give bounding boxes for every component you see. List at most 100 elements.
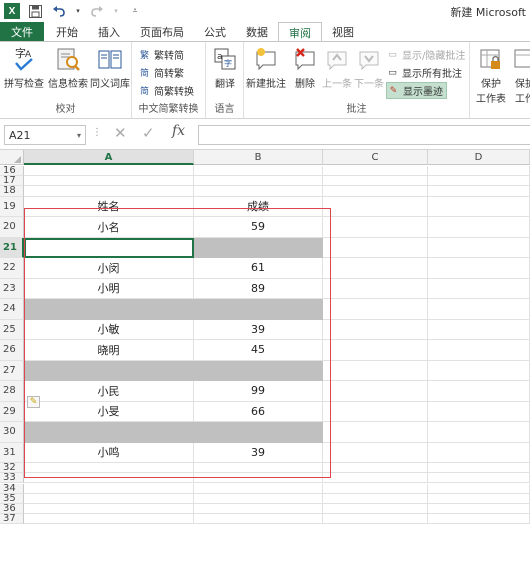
- tab-insert[interactable]: 插入: [88, 22, 130, 42]
- delete-comment-button[interactable]: 删除: [292, 46, 318, 90]
- customize-toolbar-icon[interactable]: ⩡: [126, 2, 144, 20]
- row-header[interactable]: 25: [0, 319, 24, 341]
- row-header[interactable]: 30: [0, 422, 24, 443]
- grid-cell[interactable]: [323, 442, 428, 464]
- insert-function-button[interactable]: fx: [172, 123, 185, 139]
- grid-cell[interactable]: [323, 217, 428, 238]
- tab-formulas[interactable]: 公式: [194, 22, 236, 42]
- grid-cell[interactable]: [24, 514, 194, 525]
- grid-cell[interactable]: [323, 473, 428, 484]
- row-header[interactable]: 26: [0, 340, 24, 361]
- grid-cell[interactable]: [24, 176, 194, 187]
- grid-cell[interactable]: [428, 422, 530, 443]
- tab-view[interactable]: 视图: [322, 22, 364, 42]
- name-box-dropdown-icon[interactable]: ▾: [77, 131, 81, 140]
- grid-cell[interactable]: [323, 360, 428, 382]
- grid-cell[interactable]: [323, 258, 428, 279]
- row-header[interactable]: 29: [0, 401, 24, 423]
- translate-button[interactable]: a字 翻译: [212, 46, 238, 90]
- row-header[interactable]: 18: [0, 185, 24, 197]
- spell-check-button[interactable]: 字A 拼写检查: [4, 46, 44, 90]
- grid-cell[interactable]: [194, 422, 323, 443]
- grid-cell[interactable]: 小鸣: [24, 442, 194, 464]
- previous-comment-button[interactable]: 上一条: [322, 46, 352, 90]
- save-icon[interactable]: [26, 2, 44, 20]
- paste-options-icon[interactable]: ✎: [27, 396, 40, 408]
- grid-cell[interactable]: 39: [194, 319, 323, 341]
- formula-input[interactable]: [198, 125, 530, 145]
- grid-cell[interactable]: [194, 299, 323, 320]
- grid-cell[interactable]: 99: [194, 381, 323, 402]
- show-hide-comment-button[interactable]: ▭ 显示/隐藏批注: [386, 46, 465, 63]
- grid-cell[interactable]: [428, 442, 530, 464]
- grid-cell[interactable]: [428, 381, 530, 402]
- grid-cell[interactable]: [428, 503, 530, 515]
- grid-cell[interactable]: [194, 237, 323, 259]
- grid-cell[interactable]: 晓明: [24, 340, 194, 361]
- grid-cell[interactable]: [194, 176, 323, 187]
- row-header[interactable]: 27: [0, 360, 24, 382]
- grid-cell[interactable]: 小明: [24, 278, 194, 300]
- excel-icon[interactable]: X: [4, 3, 20, 19]
- grid-cell[interactable]: [428, 176, 530, 187]
- grid-cell[interactable]: 45: [194, 340, 323, 361]
- grid-cell[interactable]: [428, 473, 530, 484]
- grid-cell[interactable]: 姓名: [24, 196, 194, 218]
- grid-cell[interactable]: [24, 360, 194, 382]
- column-header-a[interactable]: A: [24, 150, 194, 165]
- grid-cell[interactable]: [24, 483, 194, 494]
- grid-cell[interactable]: [428, 340, 530, 361]
- grid-cell[interactable]: [323, 278, 428, 300]
- grid-cell[interactable]: [428, 360, 530, 382]
- grid-cell[interactable]: 89: [194, 278, 323, 300]
- grid-cell[interactable]: [24, 493, 194, 504]
- grid-cell[interactable]: [428, 166, 530, 177]
- grid-cell[interactable]: [428, 483, 530, 494]
- grid-cell[interactable]: [323, 166, 428, 177]
- grid-cell[interactable]: [24, 473, 194, 484]
- grid-cell[interactable]: [428, 463, 530, 474]
- grid-cell[interactable]: [323, 299, 428, 320]
- active-cell[interactable]: [24, 237, 194, 259]
- tab-review[interactable]: 审阅: [278, 22, 322, 42]
- grid-cell[interactable]: [323, 422, 428, 443]
- grid-cell[interactable]: [323, 196, 428, 218]
- row-header[interactable]: 31: [0, 442, 24, 464]
- grid-cell[interactable]: [194, 493, 323, 504]
- column-header-d[interactable]: D: [428, 150, 530, 165]
- row-header[interactable]: 24: [0, 299, 24, 320]
- next-comment-button[interactable]: 下一条: [354, 46, 384, 90]
- grid-cell[interactable]: [323, 463, 428, 474]
- grid-cell[interactable]: [428, 401, 530, 423]
- grid-cell[interactable]: [428, 237, 530, 259]
- name-box[interactable]: A21 ▾: [4, 125, 86, 145]
- grid-cell[interactable]: 61: [194, 258, 323, 279]
- grid-cell[interactable]: [428, 514, 530, 525]
- grid-cell[interactable]: [323, 493, 428, 504]
- grid-cell[interactable]: [323, 340, 428, 361]
- redo-icon[interactable]: [88, 2, 106, 20]
- trad-to-simp-button[interactable]: 繁繁转简: [138, 46, 184, 63]
- chinese-conversion-button[interactable]: 简简繁转换: [138, 82, 194, 99]
- grid-cell[interactable]: [428, 299, 530, 320]
- grid-cell[interactable]: [323, 319, 428, 341]
- tab-data[interactable]: 数据: [236, 22, 278, 42]
- grid-cell[interactable]: [323, 401, 428, 423]
- grid-cell[interactable]: 小名: [24, 217, 194, 238]
- tab-page-layout[interactable]: 页面布局: [130, 22, 194, 42]
- grid-cell[interactable]: 59: [194, 217, 323, 238]
- undo-dropdown-icon[interactable]: ▾: [74, 2, 82, 20]
- grid-cell[interactable]: 66: [194, 401, 323, 423]
- row-header[interactable]: 23: [0, 278, 24, 300]
- grid-cell[interactable]: 小民: [24, 381, 194, 402]
- thesaurus-button[interactable]: 同义词库: [90, 46, 130, 90]
- row-header[interactable]: 37: [0, 513, 24, 525]
- grid-cell[interactable]: [428, 258, 530, 279]
- grid-cell[interactable]: [24, 422, 194, 443]
- worksheet-grid[interactable]: A B C D ✎ 16 17 18 19 姓名 成绩 20 小名 59 21 22 小闵 61 23 小明…: [0, 150, 530, 577]
- grid-cell[interactable]: [428, 278, 530, 300]
- grid-cell[interactable]: [323, 186, 428, 197]
- grid-cell[interactable]: [428, 217, 530, 238]
- show-ink-button[interactable]: ✎ 显示墨迹: [386, 82, 447, 99]
- row-header[interactable]: 20: [0, 217, 24, 238]
